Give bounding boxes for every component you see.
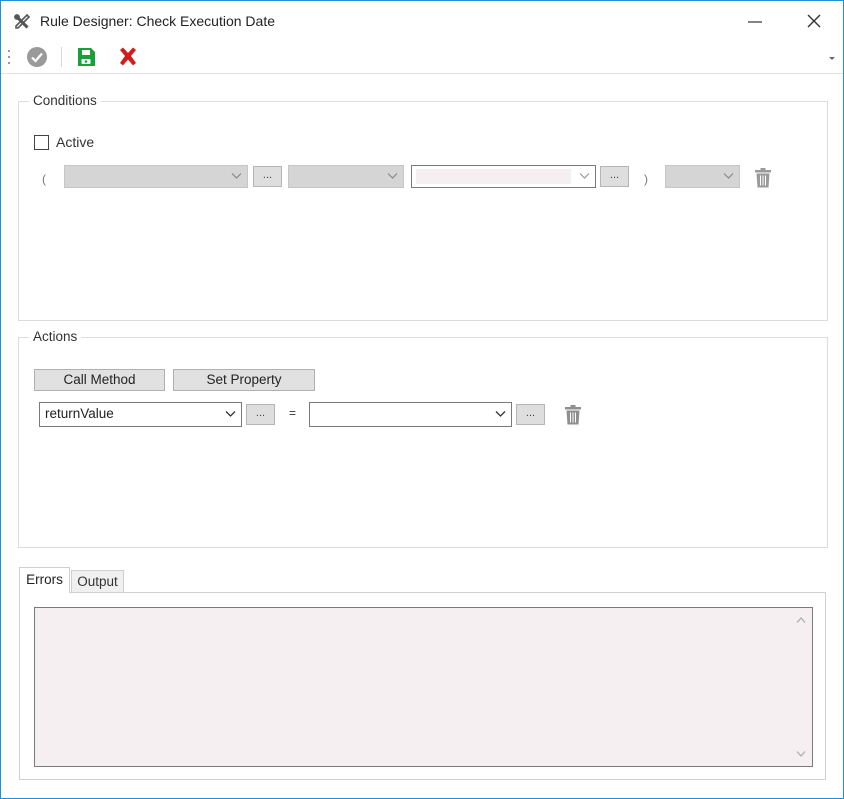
conditions-group: Conditions Active ( ... ... )	[18, 93, 828, 321]
right-operand-input[interactable]	[416, 169, 571, 184]
save-icon[interactable]	[74, 45, 98, 69]
scroll-up-icon[interactable]	[796, 616, 806, 624]
errors-tab-panel	[19, 592, 826, 780]
toolbar-grip-icon[interactable]	[8, 49, 11, 65]
validate-check-icon[interactable]	[25, 45, 49, 69]
condition-left-operand-select[interactable]	[64, 165, 248, 188]
toolbar	[1, 41, 843, 74]
value-ellipsis-button[interactable]: ...	[516, 404, 545, 425]
active-checkbox[interactable]	[34, 135, 49, 150]
rule-designer-window: Rule Designer: Check Execution Date Cond…	[0, 0, 844, 799]
actions-group: Actions Call Method Set Property returnV…	[18, 329, 828, 548]
close-paren[interactable]: )	[644, 172, 648, 186]
errors-textarea[interactable]	[34, 607, 813, 767]
condition-operator-select[interactable]	[288, 165, 404, 188]
minimize-icon[interactable]	[745, 11, 765, 31]
scroll-down-icon[interactable]	[796, 750, 806, 758]
delete-condition-trash-icon[interactable]	[754, 168, 772, 188]
chevron-down-icon	[387, 173, 398, 179]
actions-title: Actions	[29, 329, 82, 344]
cancel-icon[interactable]	[116, 45, 140, 69]
tab-errors[interactable]: Errors	[19, 567, 70, 593]
conditions-title: Conditions	[29, 93, 101, 108]
condition-right-operand-select[interactable]	[411, 165, 596, 188]
set-property-button[interactable]: Set Property	[173, 369, 315, 391]
action-value-select[interactable]	[309, 402, 512, 427]
action-target-value: returnValue	[45, 406, 114, 421]
toolbar-overflow-icon[interactable]	[827, 54, 837, 62]
close-icon[interactable]	[804, 11, 824, 31]
delete-action-trash-icon[interactable]	[564, 405, 582, 425]
toolbar-separator	[61, 47, 62, 67]
rule-designer-app-icon	[14, 13, 31, 29]
chevron-down-icon	[495, 411, 506, 417]
chevron-down-icon	[231, 173, 242, 179]
tab-output[interactable]: Output	[71, 570, 124, 592]
title-bar: Rule Designer: Check Execution Date	[1, 1, 843, 41]
chevron-down-icon	[579, 173, 590, 179]
left-operand-ellipsis-button[interactable]: ...	[253, 166, 282, 187]
chevron-down-icon	[225, 411, 236, 417]
chevron-down-icon	[723, 173, 734, 179]
logical-operator-select[interactable]	[665, 165, 740, 188]
action-target-select[interactable]: returnValue	[39, 402, 242, 427]
open-paren[interactable]: (	[42, 172, 46, 186]
right-operand-ellipsis-button[interactable]: ...	[600, 166, 629, 187]
call-method-button[interactable]: Call Method	[34, 369, 165, 391]
equals-sign: =	[289, 406, 297, 420]
active-label[interactable]: Active	[56, 134, 94, 150]
target-ellipsis-button[interactable]: ...	[246, 404, 275, 425]
window-title: Rule Designer: Check Execution Date	[40, 13, 276, 29]
